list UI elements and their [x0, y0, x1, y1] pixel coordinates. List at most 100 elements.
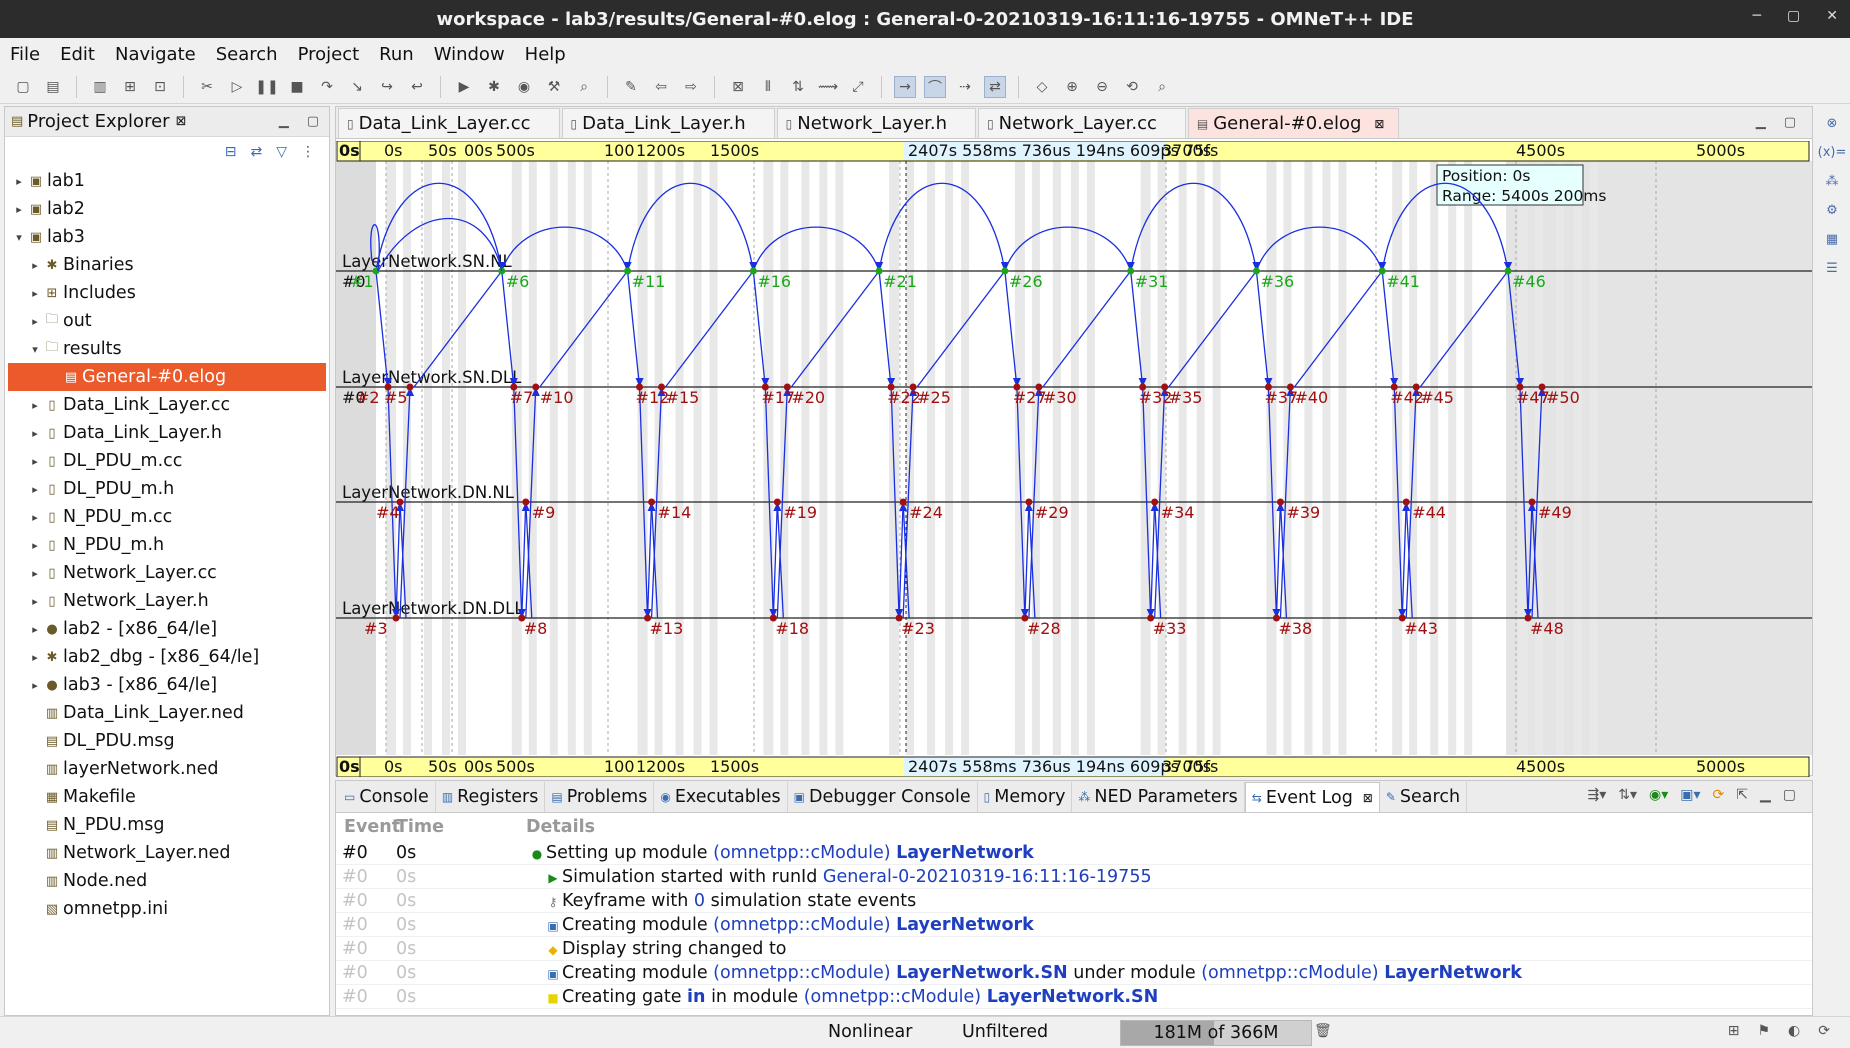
save-icon[interactable]: ▤ [42, 76, 64, 98]
tree-item[interactable]: ▥ Data_Link_Layer.ned [5, 699, 329, 727]
arc-icon[interactable]: ⌒ [924, 75, 946, 98]
bottom-tab[interactable]: ▤ Problems [545, 782, 655, 812]
link-with-editor-icon[interactable]: ⇄ [250, 144, 262, 160]
tree-item[interactable]: ▧ omnetpp.ini [5, 895, 329, 923]
signals-icon[interactable]: ▦ [1826, 232, 1838, 247]
maximize-view-icon[interactable]: ▢ [307, 114, 319, 129]
tree-item[interactable]: ▦ Makefile [5, 783, 329, 811]
build-icon[interactable]: ⊞ [119, 76, 141, 98]
new-icon[interactable]: ▢ [12, 76, 34, 98]
expand-arrow-icon[interactable]: ▸ [27, 287, 43, 300]
tree-item[interactable]: ▸ ▣ lab1 [5, 167, 329, 195]
maximize-icon[interactable]: ▢ [1787, 8, 1800, 24]
editor-tab[interactable]: ▯ Data_Link_Layer.h [561, 108, 775, 138]
tree-item[interactable]: ▸ ▯ Data_Link_Layer.h [5, 419, 329, 447]
run-last-icon[interactable]: ▷ [226, 76, 248, 98]
editor-tab[interactable]: ▤ General-#0.elog ⊠ [1187, 108, 1400, 138]
tree-item[interactable]: ▸ ✱ Binaries [5, 251, 329, 279]
expand-arrow-icon[interactable]: ▸ [27, 315, 43, 328]
bottom-tab[interactable]: ⇆ Event Log ⊠ [1244, 782, 1380, 812]
tips-icon[interactable]: ◐ [1788, 1023, 1800, 1039]
filter-mode-icon[interactable]: ⇶▾ [1587, 787, 1606, 803]
table-row[interactable]: #0 0s ● Setting up module (omnetpp::cModule… [336, 841, 1812, 865]
breakpoints-icon[interactable]: ⊗ [1827, 116, 1838, 131]
expand-arrow-icon[interactable]: ▸ [27, 455, 43, 468]
show-events-icon[interactable]: ◇ [1031, 76, 1053, 98]
variables-icon[interactable]: (x)= [1818, 145, 1847, 160]
annotation-icon[interactable]: ✎ [620, 76, 642, 98]
bookmark-icon[interactable]: ◉▾ [1649, 787, 1668, 803]
heap-status[interactable]: 181M of 366M [1120, 1020, 1312, 1046]
expand-arrow-icon[interactable]: ▸ [27, 427, 43, 440]
expand-arrow-icon[interactable]: ▸ [27, 595, 43, 608]
tree-item[interactable]: ▤ DL_PDU.msg [5, 727, 329, 755]
timeline-icon[interactable]: ⟿ [817, 76, 839, 98]
back-icon[interactable]: ⇦ [650, 76, 672, 98]
updates-icon[interactable]: ⟳ [1818, 1023, 1830, 1039]
view-menu-icon[interactable]: ⋮ [301, 144, 315, 160]
step-into-icon[interactable]: ↘ [346, 76, 368, 98]
progress-icon[interactable]: ⚑ [1757, 1023, 1770, 1039]
run-icon[interactable]: ▶ [453, 76, 475, 98]
menu-help[interactable]: Help [525, 44, 566, 65]
outline-icon[interactable]: ☰ [1826, 261, 1838, 276]
table-row[interactable]: #0 0s ▶ Simulation started with runId Gener… [336, 865, 1812, 889]
open-type-icon[interactable]: ⊡ [149, 76, 171, 98]
zoom-in-icon[interactable]: ⊕ [1061, 76, 1083, 98]
zoom-out-icon[interactable]: ⊖ [1091, 76, 1113, 98]
menu-run[interactable]: Run [379, 44, 414, 65]
tree-item[interactable]: ▸ ▯ DL_PDU_m.h [5, 475, 329, 503]
expand-arrow-icon[interactable]: ▸ [27, 567, 43, 580]
editor-tab[interactable]: ▯ Data_Link_Layer.cc [338, 108, 560, 138]
modules-icon[interactable]: ⚙ [1826, 203, 1838, 218]
tree-item[interactable]: ▸ ▯ DL_PDU_m.cc [5, 447, 329, 475]
tree-item[interactable]: ▥ Node.ned [5, 867, 329, 895]
notification-icon[interactable]: ⊞ [1728, 1023, 1740, 1039]
show-arrows-icon[interactable]: ⇄ [984, 75, 1006, 98]
collapse-all-icon[interactable]: ⊟ [225, 144, 237, 160]
refresh-icon[interactable]: ⟳ [1713, 787, 1725, 803]
stop-icon[interactable]: ■ [286, 76, 308, 98]
find-icon[interactable]: ⌕ [1151, 76, 1173, 98]
step-return-icon[interactable]: ↩ [406, 76, 428, 98]
tree-item[interactable]: ▸ ▯ Network_Layer.h [5, 587, 329, 615]
bottom-tab[interactable]: ▥ Registers [436, 782, 546, 812]
menu-file[interactable]: File [10, 44, 40, 65]
minimize-icon[interactable]: ─ [1753, 8, 1761, 24]
expressions-icon[interactable]: ⁂ [1826, 174, 1839, 189]
sequence-chart[interactable]: 0s 0s 50s 00s 500s 100 1200s 1500s 2407s 558ms 7… [336, 140, 1850, 778]
editor-tab[interactable]: ▯ Network_Layer.h [776, 108, 977, 138]
expand-arrow-icon[interactable]: ▸ [27, 399, 43, 412]
filter-icon[interactable]: ⇅ [787, 76, 809, 98]
editor-tab[interactable]: ▯ Network_Layer.cc [978, 108, 1186, 138]
close-tab-icon[interactable]: ⊠ [1363, 791, 1373, 805]
tree-item[interactable]: ▤ N_PDU.msg [5, 811, 329, 839]
expand-arrow-icon[interactable]: ▾ [27, 343, 43, 356]
tree-item[interactable]: ▾ ▣ lab3 [5, 223, 329, 251]
debug-icon[interactable]: ✱ [483, 76, 505, 98]
nl-arrow-icon[interactable]: → [894, 75, 916, 98]
filter-icon[interactable]: ▽ [276, 144, 287, 160]
table-row[interactable]: #0 0s ■ Creating gate in in module (omnetpp… [336, 985, 1812, 1009]
tree-item[interactable]: ▸ 🗀 out [5, 307, 329, 335]
tree-item[interactable]: ▥ Network_Layer.ned [5, 839, 329, 867]
minimize-panel-icon[interactable]: ▁ [1760, 787, 1771, 803]
close-tab-icon[interactable]: ⊠ [176, 114, 187, 129]
expand-arrow-icon[interactable]: ▸ [27, 651, 43, 664]
open-perspective-icon[interactable]: ⊠ [727, 76, 749, 98]
save-all-icon[interactable]: ▥ [89, 76, 111, 98]
bottom-tab[interactable]: ▭ Console [338, 782, 436, 812]
close-icon[interactable]: ✕ [1826, 8, 1838, 24]
sync-icon[interactable]: ⟲ [1121, 76, 1143, 98]
tree-item[interactable]: ▸ ▯ N_PDU_m.cc [5, 503, 329, 531]
minimize-view-icon[interactable]: ▁ [279, 114, 289, 129]
step-over-icon[interactable]: ↪ [376, 76, 398, 98]
tree-item[interactable]: ▸ ▯ N_PDU_m.h [5, 531, 329, 559]
tree-item[interactable]: ▥ layerNetwork.ned [5, 755, 329, 783]
bottom-tab[interactable]: ◉ Executables [654, 782, 788, 812]
menu-project[interactable]: Project [298, 44, 360, 65]
tree-item[interactable]: ▸ ● lab2 - [x86_64/le] [5, 615, 329, 643]
tree-item[interactable]: ▸ ✱ lab2_dbg - [x86_64/le] [5, 643, 329, 671]
gc-trash-icon[interactable]: 🗑 [1314, 1023, 1332, 1039]
expand-arrow-icon[interactable]: ▸ [27, 679, 43, 692]
